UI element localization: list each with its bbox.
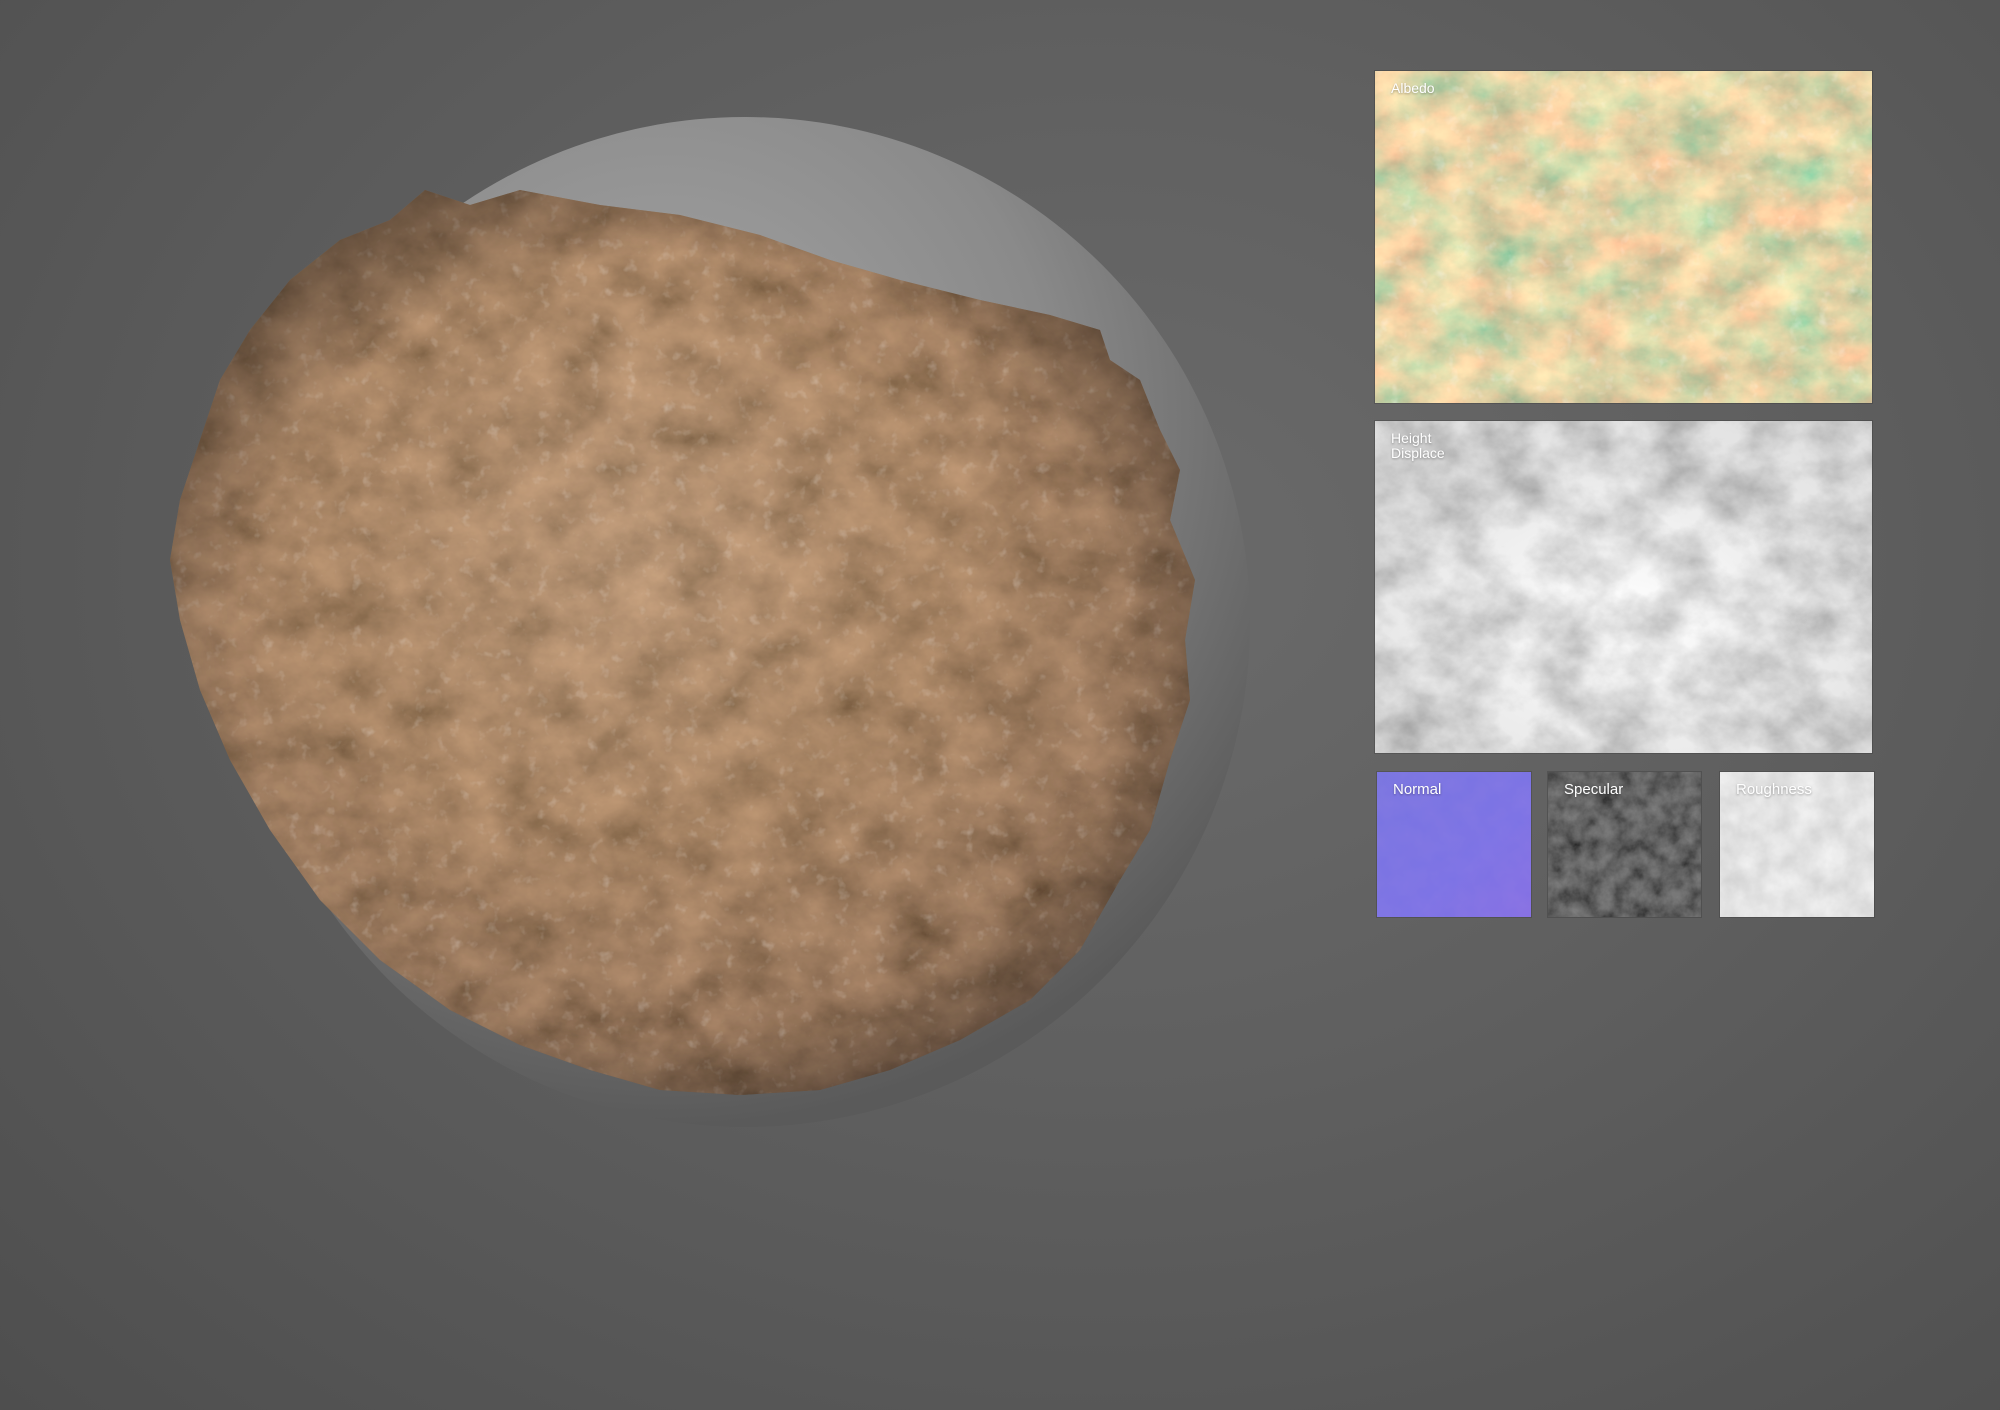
roughness-map[interactable]: Roughness xyxy=(1720,772,1874,917)
height-texture xyxy=(1375,421,1872,753)
albedo-label: Albedo xyxy=(1391,80,1435,96)
normal-label: Normal xyxy=(1393,781,1442,798)
specular-map[interactable]: Specular xyxy=(1548,772,1701,917)
specular-label: Specular xyxy=(1564,781,1624,798)
rock-surface xyxy=(170,190,1195,1095)
normal-map[interactable]: Normal xyxy=(1377,772,1531,917)
albedo-map[interactable]: Albedo xyxy=(1375,71,1872,403)
albedo-texture xyxy=(1375,71,1872,403)
height-label: Height Displace xyxy=(1391,430,1445,461)
roughness-label: Roughness xyxy=(1736,781,1812,798)
height-displacement-map[interactable]: Height Displace xyxy=(1375,421,1872,753)
